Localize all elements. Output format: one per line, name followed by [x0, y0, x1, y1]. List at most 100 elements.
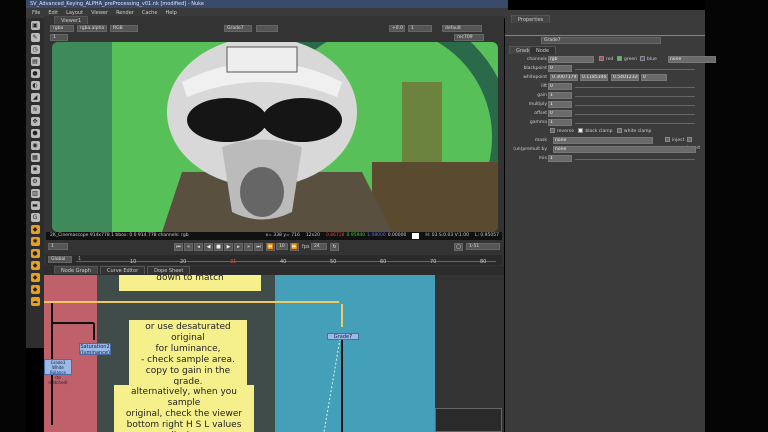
- backdrop-note-alternative[interactable]: alternatively, when you sample original,…: [114, 385, 254, 432]
- whitepoint-a-field[interactable]: 0: [641, 74, 667, 81]
- metadata-tool-icon[interactable]: ▦: [30, 153, 40, 162]
- frame-field[interactable]: 1: [50, 34, 68, 41]
- whitepoint-g-field[interactable]: 0.11853462: [580, 74, 608, 81]
- offset-field[interactable]: 0: [548, 110, 572, 117]
- tab-node[interactable]: Node: [529, 46, 557, 54]
- whitepoint-b-field[interactable]: 0.54012328: [611, 74, 639, 81]
- color-tool-icon[interactable]: ●: [30, 69, 40, 78]
- skip-forward-icon[interactable]: ⏩: [290, 243, 299, 251]
- zoom-dropdown[interactable]: 1: [408, 25, 432, 32]
- views-tool-icon[interactable]: ◉: [30, 141, 40, 150]
- multiply-slider[interactable]: [575, 105, 695, 106]
- 3d-tool-icon[interactable]: ⬢: [30, 129, 40, 138]
- loop-icon[interactable]: ↻: [330, 243, 339, 251]
- black-clamp-checkbox[interactable]: [578, 128, 584, 133]
- whitepoint-r-field[interactable]: 0.30071795: [550, 74, 578, 81]
- tab-curve-editor[interactable]: Curve Editor: [99, 266, 146, 274]
- filter-tool-icon[interactable]: ◐: [30, 81, 40, 90]
- furnace-tool-icon[interactable]: ▬: [30, 201, 40, 210]
- plugin-tool-icon[interactable]: ◆: [30, 225, 40, 234]
- tab-properties[interactable]: Properties: [511, 15, 551, 23]
- display-dropdown[interactable]: RGB: [110, 25, 138, 32]
- lift-field[interactable]: 0: [548, 83, 572, 90]
- menu-file[interactable]: File: [32, 8, 40, 18]
- tab-node-graph[interactable]: Node Graph: [54, 266, 98, 274]
- transform-tool-icon[interactable]: ✥: [30, 117, 40, 126]
- offset-slider[interactable]: [575, 114, 695, 115]
- tab-dope-sheet[interactable]: Dope Sheet: [147, 266, 191, 274]
- plugin-tool-icon-4[interactable]: ◆: [30, 261, 40, 270]
- gamma-slider[interactable]: [575, 123, 695, 124]
- mix-field[interactable]: 1: [548, 155, 572, 162]
- backdrop-note-top[interactable]: down to match: [119, 275, 261, 291]
- merge-tool-icon[interactable]: ≋: [30, 105, 40, 114]
- other-tool-icon[interactable]: ▥: [30, 189, 40, 198]
- last-frame-icon[interactable]: ⏭: [254, 243, 263, 251]
- alpha-dropdown[interactable]: rgba.alpha: [77, 25, 107, 32]
- blue-checkbox[interactable]: [640, 56, 645, 61]
- skip-back-icon[interactable]: ⏪: [266, 243, 275, 251]
- node-name-field[interactable]: Grade7: [541, 37, 661, 44]
- inject-checkbox[interactable]: [665, 137, 670, 142]
- gain-field[interactable]: 1: [548, 92, 572, 99]
- backdrop-note-desaturate[interactable]: or use desaturated original for luminanc…: [129, 320, 247, 390]
- red-checkbox[interactable]: [599, 56, 604, 61]
- timeline[interactable]: Global 1 10 20 31 40 50 60 70 80: [46, 255, 502, 265]
- fps-field[interactable]: 24: [311, 243, 327, 250]
- particles-tool-icon[interactable]: ✱: [30, 165, 40, 174]
- tab-viewer1[interactable]: Viewer1: [54, 16, 89, 24]
- channel-tool-icon[interactable]: ▤: [30, 57, 40, 66]
- increment-field[interactable]: 10: [276, 243, 288, 250]
- lut-dropdown[interactable]: default: [442, 25, 482, 32]
- fstop-field[interactable]: +0.0: [389, 25, 405, 32]
- plugin-tool-icon-3[interactable]: ●: [30, 249, 40, 258]
- mix-slider[interactable]: [575, 159, 695, 160]
- mask-dropdown[interactable]: none: [553, 137, 653, 144]
- stop-icon[interactable]: ■: [214, 243, 223, 251]
- colorspace-dropdown[interactable]: rec709: [454, 34, 484, 41]
- extra-channel-dropdown[interactable]: none: [668, 56, 716, 63]
- input-a-dropdown[interactable]: Grade7: [224, 25, 252, 32]
- node-saturation2[interactable]: Saturation2 (luminance): [79, 343, 111, 356]
- frame-range-field[interactable]: 1-51: [466, 243, 500, 250]
- play-forward-icon[interactable]: ▶: [224, 243, 233, 251]
- viewer-image[interactable]: [52, 42, 498, 232]
- multiply-field[interactable]: 1: [548, 101, 572, 108]
- gain-slider[interactable]: [575, 96, 695, 97]
- white-clamp-checkbox[interactable]: [616, 128, 622, 133]
- input-b-dropdown[interactable]: [256, 25, 278, 32]
- node-grade3[interactable]: Grade3 White Balance (to matched): [44, 359, 72, 385]
- plugin-tool-icon-2[interactable]: ✺: [30, 237, 40, 246]
- green-checkbox[interactable]: [617, 56, 622, 61]
- prev-increment-icon[interactable]: «: [184, 243, 193, 251]
- frame-in-field[interactable]: 1: [48, 243, 68, 250]
- unpremult-dropdown[interactable]: none: [553, 146, 696, 153]
- gamma-field[interactable]: 1: [548, 119, 572, 126]
- timeline-mode-dropdown[interactable]: Global: [48, 256, 72, 263]
- toolsets-tool-icon[interactable]: ⚙: [30, 177, 40, 186]
- next-increment-icon[interactable]: »: [244, 243, 253, 251]
- blackpoint-field[interactable]: 0: [548, 65, 572, 72]
- plugin-tool-icon-7[interactable]: ☁: [30, 297, 40, 306]
- plugin-tool-icon-6[interactable]: ◆: [30, 285, 40, 294]
- keyer-tool-icon[interactable]: ◢: [30, 93, 40, 102]
- mask-invert-checkbox[interactable]: [687, 137, 692, 142]
- next-frame-icon[interactable]: ▸: [234, 243, 243, 251]
- first-frame-icon[interactable]: ⏮: [174, 243, 183, 251]
- range-lock-icon[interactable]: ▢: [454, 243, 463, 251]
- gizmo-tool-icon[interactable]: G: [30, 213, 40, 222]
- draw-tool-icon[interactable]: ✎: [30, 33, 40, 42]
- channels-dropdown[interactable]: rgb: [548, 56, 594, 63]
- current-frame-marker[interactable]: 31: [230, 259, 236, 265]
- image-tool-icon[interactable]: ▣: [30, 21, 40, 30]
- reverse-checkbox[interactable]: [550, 128, 555, 133]
- channels-dropdown[interactable]: rgba: [50, 25, 74, 32]
- node-graph[interactable]: down to match or use desaturated origina…: [44, 275, 504, 432]
- prev-frame-icon[interactable]: ◂: [194, 243, 203, 251]
- node-grade7[interactable]: Grade7: [327, 333, 359, 340]
- lift-slider[interactable]: [575, 87, 695, 88]
- time-tool-icon[interactable]: ◷: [30, 45, 40, 54]
- plugin-tool-icon-5[interactable]: ◆: [30, 273, 40, 282]
- play-backward-icon[interactable]: ◀: [204, 243, 213, 251]
- blackpoint-slider[interactable]: [575, 69, 695, 70]
